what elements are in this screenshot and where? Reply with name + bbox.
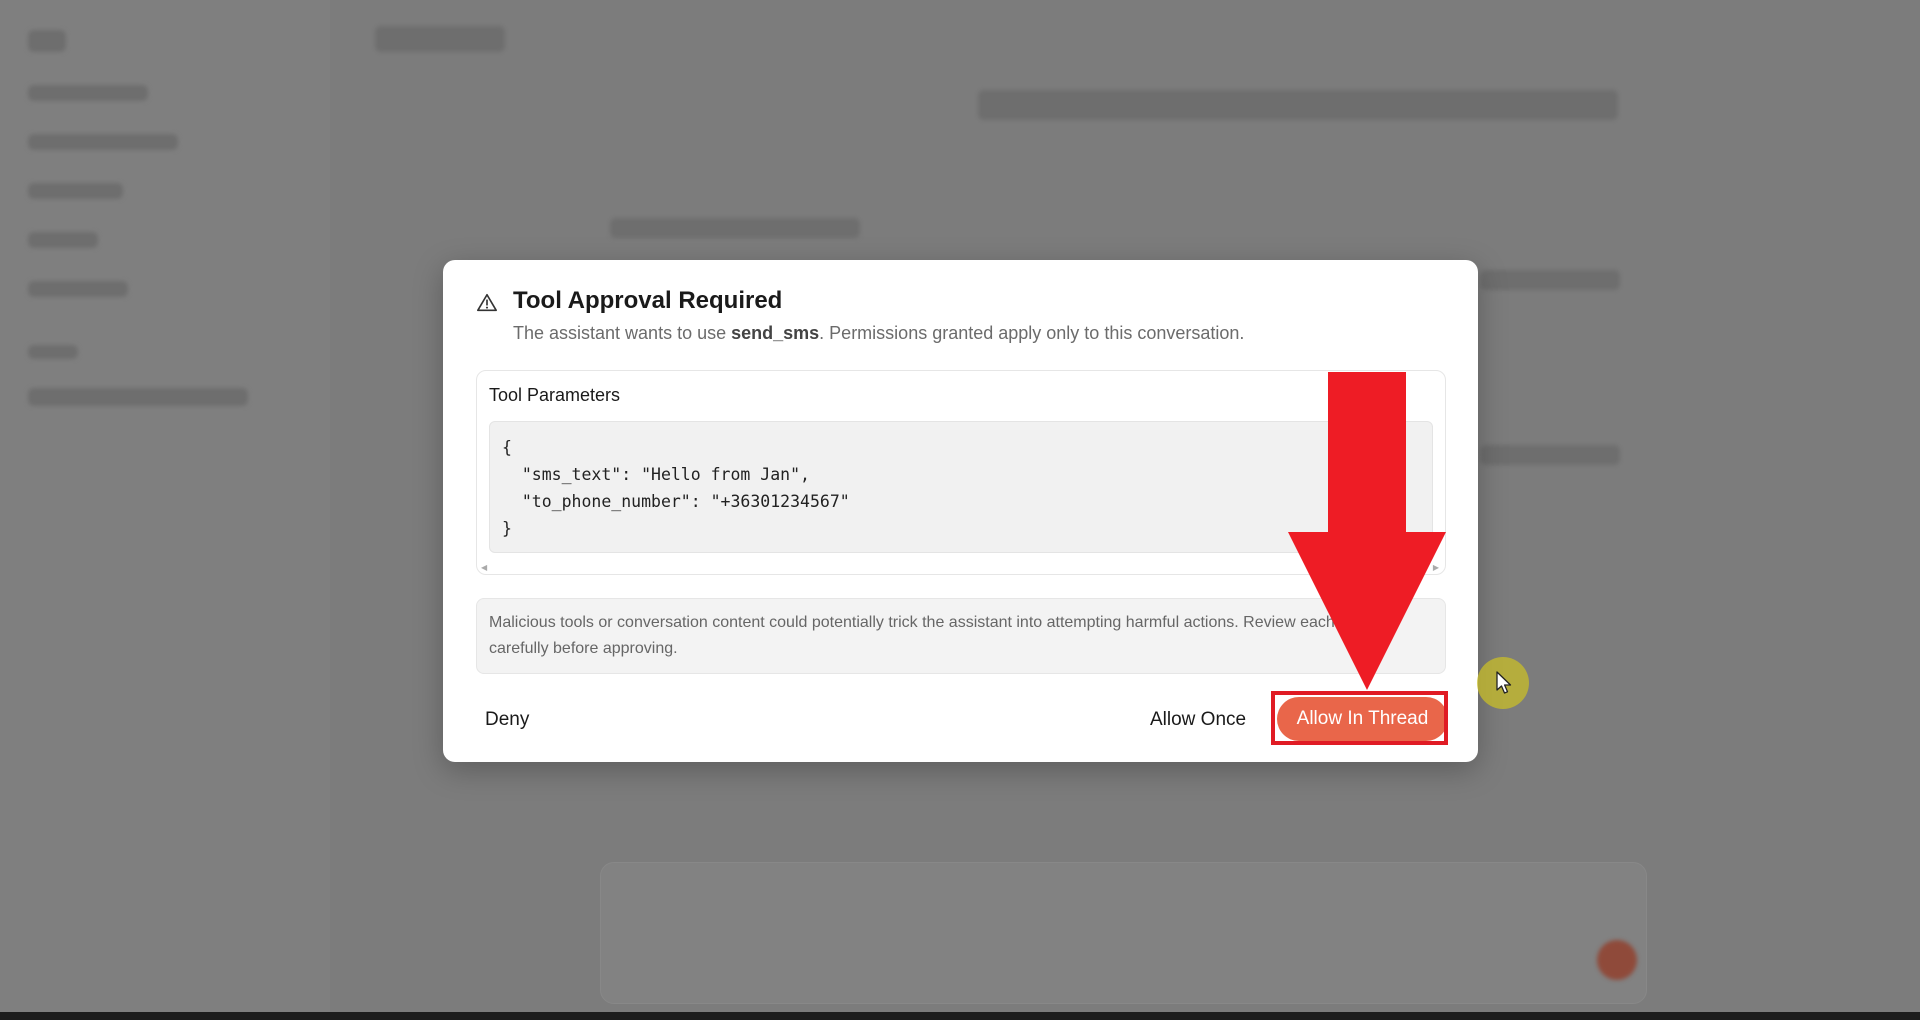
annotation-highlight-box [1271, 691, 1448, 745]
tool-name: send_sms [731, 323, 820, 343]
sidebar-item-placeholder [28, 232, 98, 248]
sidebar-item-placeholder [28, 85, 148, 101]
logo-placeholder [28, 30, 66, 52]
tool-parameters-json: { "sms_text": "Hello from Jan", "to_phon… [502, 438, 850, 538]
user-message-placeholder [978, 90, 1618, 120]
dialog-title: Tool Approval Required [513, 287, 783, 314]
scroll-left-icon[interactable]: ◀ [481, 563, 487, 572]
subtitle-suffix: . Permissions granted apply only to this… [819, 323, 1245, 343]
sidebar-background [0, 0, 331, 1020]
deny-button[interactable]: Deny [473, 701, 541, 739]
sidebar-thread-placeholder [28, 388, 248, 406]
allow-once-button[interactable]: Allow Once [1138, 701, 1258, 739]
assistant-line-placeholder [1480, 270, 1620, 290]
tool-parameters-title: Tool Parameters [489, 385, 621, 405]
red-down-arrow [1288, 372, 1446, 690]
sidebar-section-placeholder [28, 345, 78, 359]
assistant-line-placeholder [1480, 445, 1620, 465]
taskbar-strip [0, 1012, 1920, 1020]
composer-background [600, 862, 1647, 1004]
mouse-pointer-icon [1496, 671, 1512, 694]
assistant-line-placeholder [610, 218, 860, 238]
dialog-subtitle: The assistant wants to use send_sms. Per… [513, 323, 1244, 344]
send-button-background [1597, 940, 1637, 980]
model-selector-placeholder [375, 26, 505, 52]
warning-triangle-icon [477, 293, 497, 312]
sidebar-item-placeholder [28, 281, 128, 297]
sidebar-item-placeholder [28, 183, 123, 199]
subtitle-prefix: The assistant wants to use [513, 323, 732, 343]
sidebar-item-placeholder [28, 134, 178, 150]
